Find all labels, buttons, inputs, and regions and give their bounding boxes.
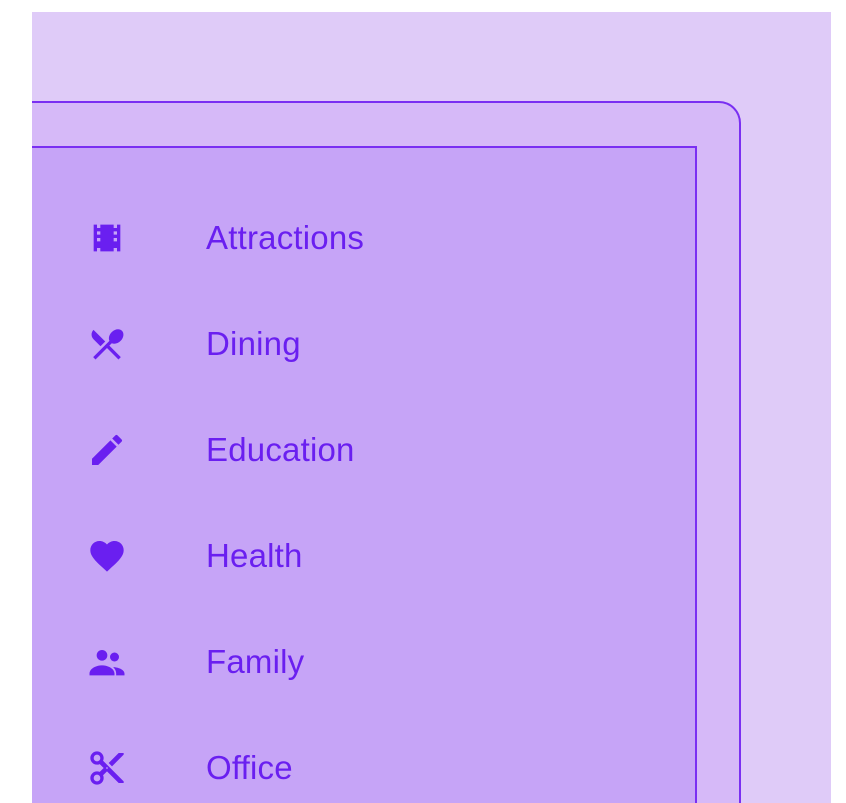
menu-item-label: Health: [206, 537, 303, 574]
menu-item-education[interactable]: Education: [32, 397, 695, 503]
menu-item-dining[interactable]: Dining: [32, 291, 695, 397]
menu-item-label: Attractions: [206, 219, 365, 256]
menu-item-label: Education: [206, 431, 355, 468]
movie-film-icon: [87, 218, 127, 258]
menu-item-office[interactable]: Office: [32, 715, 695, 803]
pencil-icon: [87, 430, 127, 470]
menu-item-label: Office: [206, 749, 293, 786]
menu-item-family[interactable]: Family: [32, 609, 695, 715]
category-menu: Attractions Dining Education Health Fami…: [32, 146, 697, 803]
restaurant-icon: [87, 324, 127, 364]
menu-item-label: Dining: [206, 325, 301, 362]
heart-icon: [87, 536, 127, 576]
app-background: Attractions Dining Education Health Fami…: [32, 12, 831, 803]
menu-item-health[interactable]: Health: [32, 503, 695, 609]
menu-item-attractions[interactable]: Attractions: [32, 185, 695, 291]
people-icon: [87, 642, 127, 682]
menu-item-label: Family: [206, 643, 305, 680]
scissors-icon: [87, 748, 127, 788]
